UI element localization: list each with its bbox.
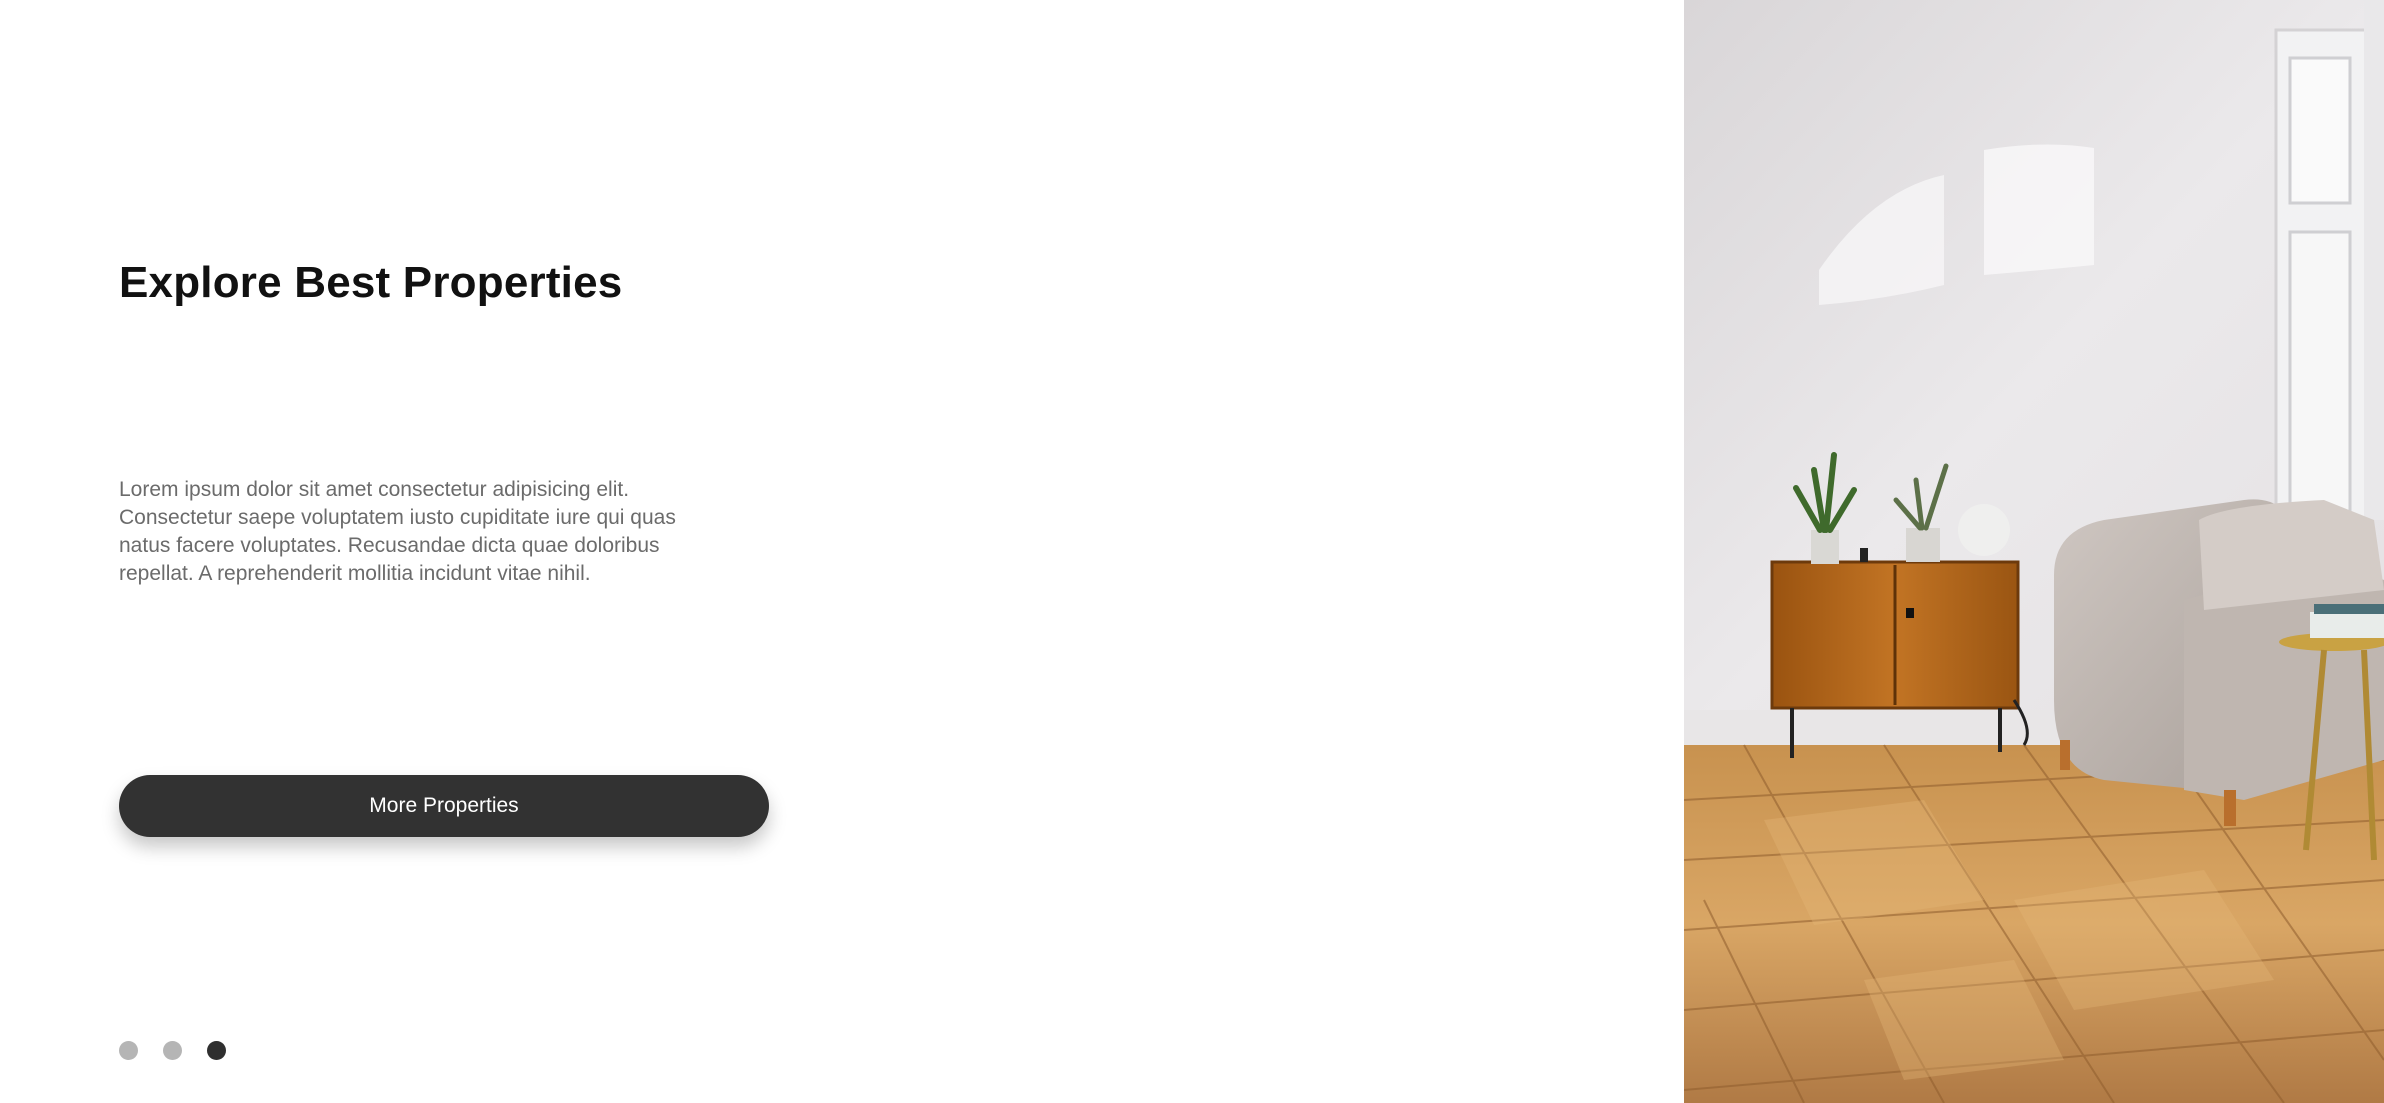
carousel-dot-3[interactable] — [207, 1041, 226, 1060]
hero-title: Explore Best Properties — [119, 258, 623, 307]
hero-description: Lorem ipsum dolor sit amet consectetur a… — [119, 478, 676, 585]
carousel-dot-2[interactable] — [163, 1041, 182, 1060]
more-properties-button[interactable]: More Properties — [119, 775, 769, 837]
hero-page: Explore Best Properties Lorem ipsum dolo… — [0, 0, 2384, 1103]
hero-content: Explore Best Properties Lorem ipsum dolo… — [0, 0, 1684, 1103]
carousel-dot-1[interactable] — [119, 1041, 138, 1060]
carousel-dots — [119, 1041, 226, 1060]
living-room-photo — [1684, 0, 2384, 1103]
